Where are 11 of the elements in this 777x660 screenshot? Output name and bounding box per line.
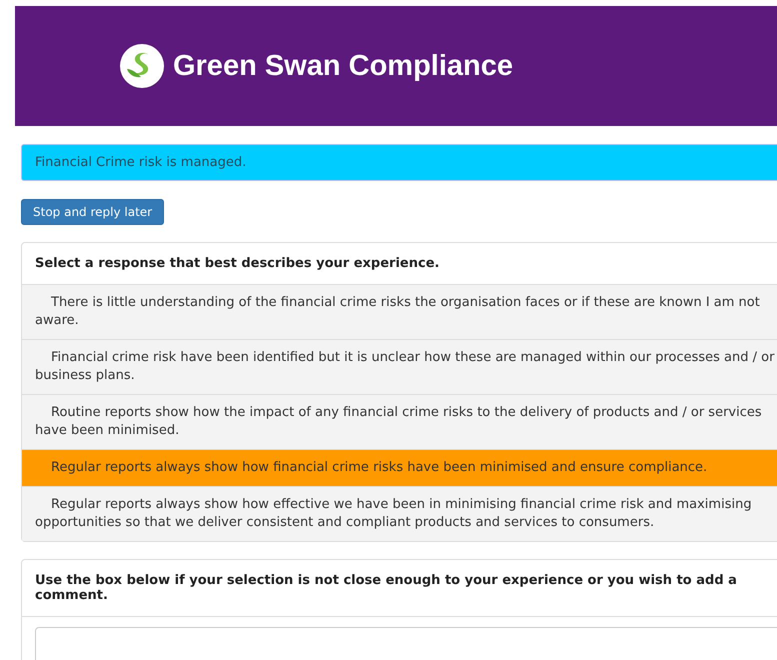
stop-reply-button[interactable]: Stop and reply later	[21, 199, 164, 225]
response-option[interactable]: Regular reports always show how financial crime risks have been minimised and ensure compliance.	[22, 450, 777, 487]
response-option[interactable]: Regular reports always show how effective we have been in minimising financial crime risk and maximising opportunities so that we deliver consistent and compliant products and services to consumers.	[22, 487, 777, 541]
comment-field[interactable]	[35, 627, 777, 660]
swan-logo-icon	[118, 43, 165, 89]
response-option[interactable]: Routine reports show how the impact of any financial crime risks to the delivery of products and / or services have been minimised.	[22, 395, 777, 450]
response-option[interactable]: Financial crime risk have been identified but it is unclear how these are managed within our processes and / or business plans.	[22, 340, 777, 395]
brand-title: Green Swan Compliance	[172, 50, 514, 82]
comment-heading: Use the box below if your selection is not close enough to your experience or you wish to add a comment.	[22, 560, 777, 617]
alert-message: Financial Crime risk is managed.	[21, 144, 777, 181]
response-option[interactable]: There is little understanding of the financial crime risks the organisation faces or if these are known I am not aware.	[22, 285, 777, 340]
